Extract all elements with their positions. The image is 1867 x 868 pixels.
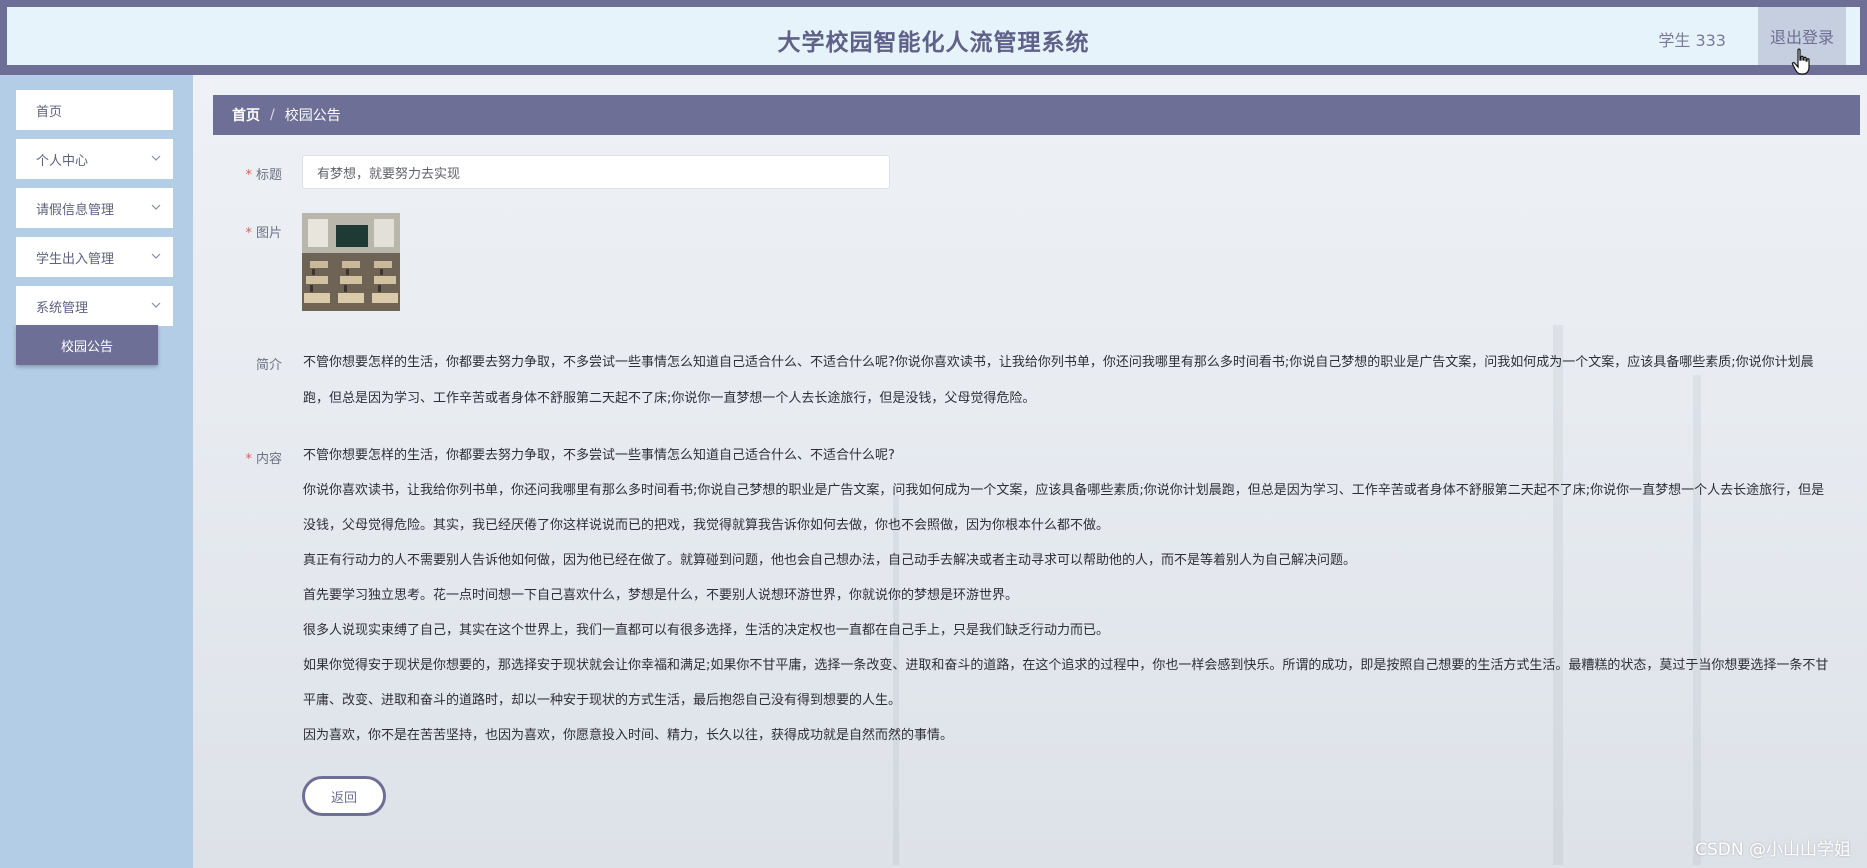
main-content: 首页 / 校园公告 * 标题 有梦想，就要努力去实现 * 图片 简介 不管你想要… <box>193 75 1867 868</box>
required-mark: * <box>245 168 252 183</box>
content-label: * 内容 <box>245 452 282 467</box>
back-button[interactable]: 返回 <box>302 776 386 816</box>
sidebar-item-label: 学生出入管理 <box>36 251 115 267</box>
header: 大学校园智能化人流管理系统 学生 333 退出登录 <box>7 7 1860 65</box>
breadcrumb-current: 校园公告 <box>284 108 341 124</box>
sidebar-item-student-access-management[interactable]: 学生出入管理 <box>16 237 173 277</box>
chevron-down-icon <box>151 204 161 210</box>
content-paragraph: 很多人说现实束缚了自己，其实在这个世界上，我们一直都可以有很多选择，生活的决定权… <box>303 623 1110 638</box>
breadcrumb: 首页 / 校园公告 <box>213 95 1860 135</box>
chevron-down-icon <box>151 155 161 161</box>
content-paragraph: 如果你觉得安于现状是你想要的，那选择安于现状就会让你幸福和满足;如果你不甘平庸，… <box>303 658 1829 708</box>
sidebar-item-home[interactable]: 首页 <box>16 90 173 130</box>
intro-label: 简介 <box>255 358 282 373</box>
sidebar-item-leave-management[interactable]: 请假信息管理 <box>16 188 173 228</box>
top-bar: 大学校园智能化人流管理系统 学生 333 退出登录 <box>0 0 1867 75</box>
sidebar-item-label: 个人中心 <box>36 153 89 169</box>
sidebar-item-label: 请假信息管理 <box>36 202 115 218</box>
chevron-down-icon <box>151 253 161 259</box>
title-label: * 标题 <box>245 168 282 183</box>
content-body: 不管你想要怎样的生活，你都要去努力争取，不多尝试一些事情怎么知道自己适合什么、不… <box>303 438 1833 753</box>
notice-image[interactable] <box>302 213 400 311</box>
intro-text: 不管你想要怎样的生活，你都要去努力争取，不多尝试一些事情怎么知道自己适合什么、不… <box>303 355 1814 406</box>
title-input[interactable]: 有梦想，就要努力去实现 <box>302 155 890 189</box>
content-paragraph: 首先要学习独立思考。花一点时间想一下自己喜欢什么，梦想是什么，不要别人说想环游世… <box>303 588 1019 603</box>
required-mark: * <box>245 452 252 467</box>
chevron-down-icon <box>151 302 161 308</box>
required-mark: * <box>245 226 252 241</box>
sidebar-item-personal-center[interactable]: 个人中心 <box>16 139 173 179</box>
sidebar-subitem-campus-notice[interactable]: 校园公告 <box>16 325 158 365</box>
breadcrumb-home[interactable]: 首页 <box>232 105 260 125</box>
sidebar-item-label: 首页 <box>36 104 63 120</box>
content-paragraph: 真正有行动力的人不需要别人告诉他如何做，因为他已经在做了。就算碰到问题，他也会自… <box>303 553 1357 568</box>
image-label: * 图片 <box>245 226 282 241</box>
current-user: 学生 333 <box>1658 31 1726 50</box>
classroom-image <box>302 213 400 311</box>
content-paragraph: 不管你想要怎样的生活，你都要去努力争取，不多尝试一些事情怎么知道自己适合什么、不… <box>303 448 895 463</box>
content-paragraph: 你说你喜欢读书，让我给你列书单，你还问我哪里有那么多时间看书;你说自己梦想的职业… <box>303 483 1825 533</box>
sidebar-item-system-management[interactable]: 系统管理 <box>16 286 173 326</box>
breadcrumb-separator: / <box>270 107 275 123</box>
hand-cursor-icon <box>1791 48 1810 75</box>
watermark: CSDN @小山山学姐 <box>1695 840 1851 860</box>
content-paragraph: 因为喜欢，你不是在苦苦坚持，也因为喜欢，你愿意投入时间、精力，长久以往，获得成功… <box>303 728 954 743</box>
sidebar-item-label: 系统管理 <box>36 300 89 316</box>
app-title: 大学校园智能化人流管理系统 <box>777 30 1090 56</box>
